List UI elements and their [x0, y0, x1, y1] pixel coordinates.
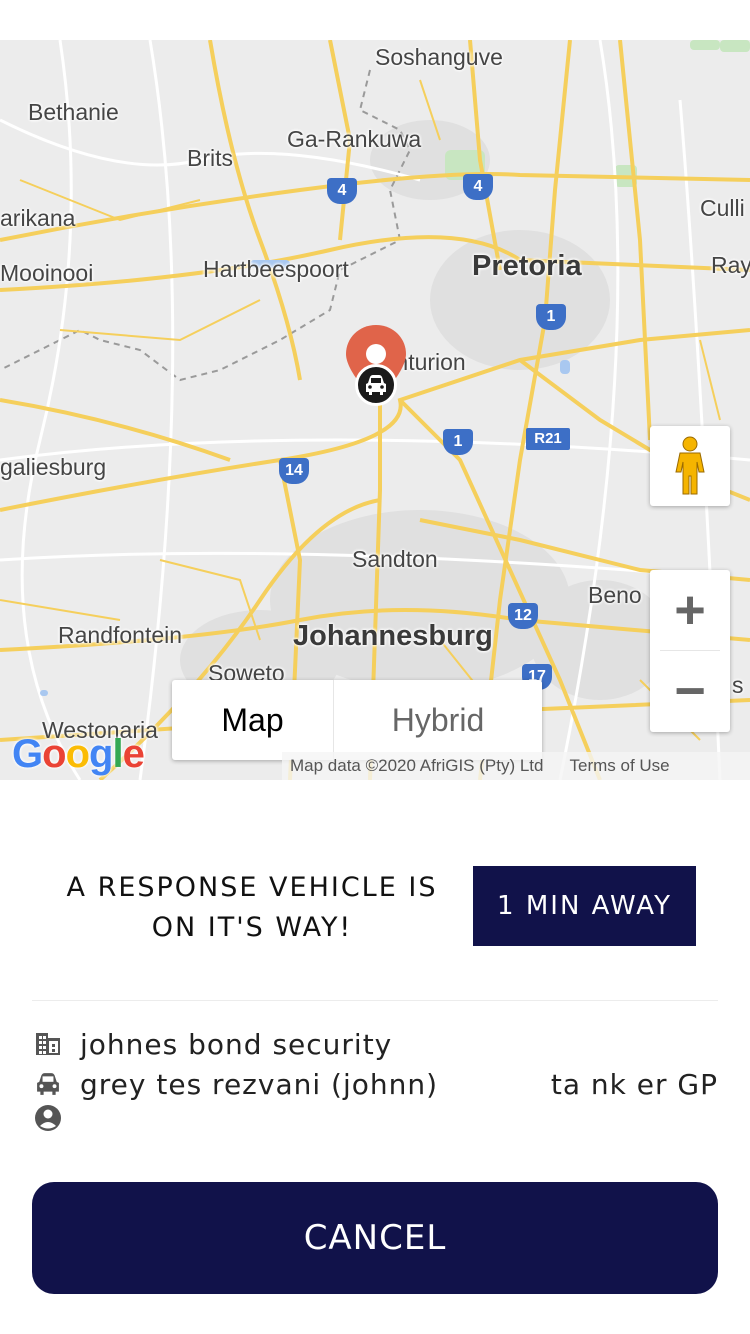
- car-icon: [32, 1068, 64, 1100]
- google-logo: Google: [12, 732, 145, 776]
- divider: [32, 1000, 718, 1001]
- cancel-button[interactable]: CANCEL: [32, 1182, 718, 1294]
- route-shield: 12: [508, 603, 538, 629]
- zoom-control: + −: [650, 570, 730, 732]
- map-type-map-button[interactable]: Map: [172, 680, 334, 760]
- eta-badge: 1 MIN AWAY: [473, 866, 696, 946]
- building-icon: [32, 1028, 64, 1060]
- company-name: johnes bond security: [80, 1027, 393, 1061]
- vehicle-description: grey tes rezvani (johnn): [80, 1067, 439, 1101]
- route-shield: 1: [443, 429, 473, 455]
- vehicle-plate: ta nk er GP: [550, 1067, 718, 1101]
- status-row: A RESPONSE VEHICLE IS ON IT'S WAY! 1 MIN…: [32, 864, 718, 948]
- person-icon: [32, 1102, 64, 1134]
- map-label-sandton: Sandton: [352, 546, 438, 572]
- terms-of-use-link[interactable]: Terms of Use: [569, 756, 669, 776]
- map-label-bethanie: Bethanie: [28, 99, 119, 125]
- driver-row: [32, 1098, 718, 1138]
- map-label-pretoria: Pretoria: [472, 250, 582, 282]
- company-row: johnes bond security: [32, 1024, 718, 1064]
- map-view[interactable]: Soshanguve Bethanie Brits Ga-Rankuwa Cul…: [0, 40, 750, 780]
- vehicle-marker[interactable]: [355, 364, 397, 406]
- map-label-randfontein: Randfontein: [58, 622, 183, 648]
- map-type-hybrid-button[interactable]: Hybrid: [334, 680, 542, 760]
- map-attribution-bar: Map data ©2020 AfriGIS (Pty) Ltd Terms o…: [282, 752, 750, 780]
- map-label-beno: Beno: [588, 582, 642, 608]
- map-label-ray: Ray: [711, 252, 750, 278]
- map-label-arikana: arikana: [0, 205, 76, 231]
- route-shield: R21: [526, 428, 570, 450]
- street-view-button[interactable]: [650, 426, 730, 506]
- map-type-control: Map Hybrid: [172, 680, 542, 760]
- zoom-in-button[interactable]: +: [650, 570, 730, 650]
- map-label-brits: Brits: [187, 145, 233, 171]
- status-message-line1: A RESPONSE VEHICLE IS: [66, 872, 438, 903]
- map-label-edge: s: [732, 672, 744, 698]
- map-label-mooinooi: Mooinooi: [0, 260, 94, 286]
- route-shield: 14: [279, 458, 309, 484]
- map-label-culli: Culli: [700, 195, 745, 221]
- zoom-out-button[interactable]: −: [650, 651, 730, 731]
- route-shield: 4: [463, 174, 493, 200]
- route-shield: 1: [536, 304, 566, 330]
- pegman-icon: [675, 436, 705, 495]
- map-label-johannesburg: Johannesburg: [293, 620, 493, 652]
- map-label-galiesburg: galiesburg: [0, 454, 107, 480]
- status-message: A RESPONSE VEHICLE IS ON IT'S WAY!: [32, 868, 472, 948]
- map-attribution: Map data ©2020 AfriGIS (Pty) Ltd: [290, 756, 544, 775]
- route-shield: 4: [327, 178, 357, 204]
- map-label-ga-rankuwa: Ga-Rankuwa: [287, 126, 422, 152]
- map-label-hartbeespoort: Hartbeespoort: [203, 256, 349, 282]
- car-icon: [366, 375, 386, 395]
- map-label-soshanguve: Soshanguve: [375, 44, 503, 70]
- status-message-line2: ON IT'S WAY!: [151, 912, 353, 943]
